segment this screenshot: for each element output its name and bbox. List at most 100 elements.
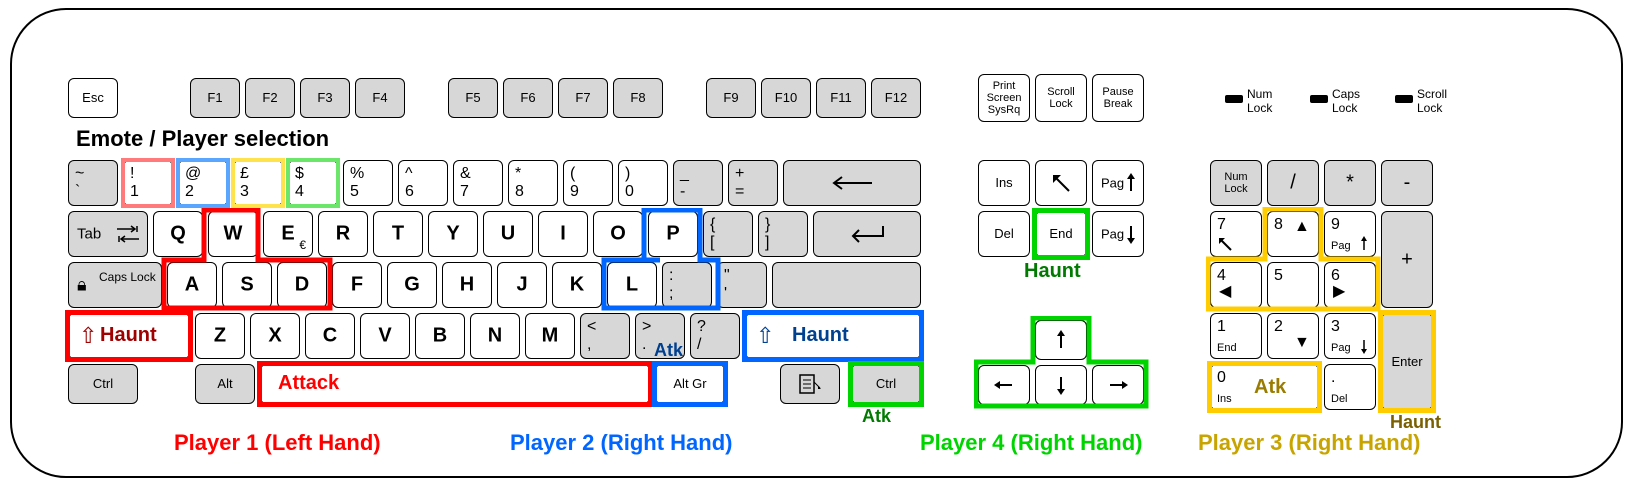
key-esc[interactable]: Esc xyxy=(68,78,118,118)
key-np3[interactable]: 3Pag xyxy=(1324,313,1376,359)
arrow-left-icon xyxy=(994,379,1014,391)
key-f1[interactable]: F1 xyxy=(190,78,240,118)
key-printscreen[interactable]: Print Screen SysRq xyxy=(978,74,1030,122)
key-0[interactable]: )0 xyxy=(618,160,668,206)
key-f10[interactable]: F10 xyxy=(761,78,811,118)
key-j[interactable]: J xyxy=(497,262,547,308)
key-n[interactable]: N xyxy=(470,313,520,359)
key-minus[interactable]: _- xyxy=(673,160,723,206)
key-lalt[interactable]: Alt xyxy=(195,364,255,404)
key-3[interactable]: £3 xyxy=(233,160,283,206)
key-1[interactable]: !1 xyxy=(123,160,173,206)
key-arrow-down[interactable] xyxy=(1035,365,1087,405)
key-arrow-left[interactable] xyxy=(978,365,1030,405)
key-y[interactable]: Y xyxy=(428,211,478,257)
key-b[interactable]: B xyxy=(415,313,465,359)
key-w[interactable]: W xyxy=(208,211,258,257)
key-bracket-right[interactable]: }] xyxy=(758,211,808,257)
key-slash[interactable]: ?/ xyxy=(690,313,740,359)
key-f11[interactable]: F11 xyxy=(816,78,866,118)
key-pagedown[interactable]: Pag xyxy=(1092,211,1144,257)
key-s[interactable]: S xyxy=(222,262,272,308)
key-pageup[interactable]: Pag xyxy=(1092,160,1144,206)
key-a[interactable]: A xyxy=(167,262,217,308)
key-pause[interactable]: Pause Break xyxy=(1092,74,1144,122)
scrolllock-label: Scroll Lock xyxy=(1417,87,1453,115)
key-v[interactable]: V xyxy=(360,313,410,359)
key-enter[interactable] xyxy=(813,211,921,257)
key-rctrl[interactable]: Ctrl xyxy=(851,364,921,404)
key-e[interactable]: E€ xyxy=(263,211,313,257)
key-o[interactable]: O xyxy=(593,211,643,257)
key-c[interactable]: C xyxy=(305,313,355,359)
key-2[interactable]: @2 xyxy=(178,160,228,206)
key-g[interactable]: G xyxy=(387,262,437,308)
key-quote[interactable]: "' xyxy=(717,262,767,308)
key-semicolon[interactable]: :; xyxy=(662,262,712,308)
key-np4[interactable]: 4 ◀ xyxy=(1210,262,1262,308)
key-np6[interactable]: 6 ▶ xyxy=(1324,262,1376,308)
key-insert[interactable]: Ins xyxy=(978,160,1030,206)
key-r[interactable]: R xyxy=(318,211,368,257)
key-f3[interactable]: F3 xyxy=(300,78,350,118)
key-f[interactable]: F xyxy=(332,262,382,308)
key-m[interactable]: M xyxy=(525,313,575,359)
key-np5[interactable]: 5 xyxy=(1267,262,1319,308)
key-np7[interactable]: 7 xyxy=(1210,211,1262,257)
key-x[interactable]: X xyxy=(250,313,300,359)
key-altgr[interactable]: Alt Gr xyxy=(655,364,725,404)
key-backspace[interactable] xyxy=(783,160,921,206)
key-u[interactable]: U xyxy=(483,211,533,257)
key-end[interactable]: End xyxy=(1035,211,1087,257)
key-np-enter[interactable]: Enter xyxy=(1381,313,1433,410)
key-i[interactable]: I xyxy=(538,211,588,257)
key-np-subtract[interactable]: - xyxy=(1381,160,1433,206)
key-scrolllock[interactable]: Scroll Lock xyxy=(1035,74,1087,122)
key-backtick[interactable]: ~` xyxy=(68,160,118,206)
key-bracket-left[interactable]: {[ xyxy=(703,211,753,257)
key-np-multiply[interactable]: * xyxy=(1324,160,1376,206)
key-enter-extension[interactable] xyxy=(772,262,921,308)
key-f9[interactable]: F9 xyxy=(706,78,756,118)
key-h[interactable]: H xyxy=(442,262,492,308)
key-arrow-right[interactable] xyxy=(1092,365,1144,405)
key-arrow-up[interactable] xyxy=(1035,320,1087,360)
key-np9[interactable]: 9Pag xyxy=(1324,211,1376,257)
key-f5[interactable]: F5 xyxy=(448,78,498,118)
key-menu[interactable] xyxy=(780,364,840,404)
key-f6[interactable]: F6 xyxy=(503,78,553,118)
key-capslock[interactable]: 🔒︎ Caps Lock xyxy=(68,262,162,308)
key-f8[interactable]: F8 xyxy=(613,78,663,118)
key-np-decimal[interactable]: .Del xyxy=(1324,364,1376,410)
key-np-add[interactable]: + xyxy=(1381,211,1433,308)
key-np8[interactable]: 8 ▲ xyxy=(1267,211,1319,257)
key-f12[interactable]: F12 xyxy=(871,78,921,118)
key-comma[interactable]: <, xyxy=(580,313,630,359)
key-np1[interactable]: 1End xyxy=(1210,313,1262,359)
key-p[interactable]: P xyxy=(648,211,698,257)
key-f7[interactable]: F7 xyxy=(558,78,608,118)
key-k[interactable]: K xyxy=(552,262,602,308)
key-7[interactable]: &7 xyxy=(453,160,503,206)
key-d[interactable]: D xyxy=(277,262,327,308)
key-t[interactable]: T xyxy=(373,211,423,257)
key-z[interactable]: Z xyxy=(195,313,245,359)
key-equals[interactable]: += xyxy=(728,160,778,206)
key-f2[interactable]: F2 xyxy=(245,78,295,118)
key-np-divide[interactable]: / xyxy=(1267,160,1319,206)
key-f4[interactable]: F4 xyxy=(355,78,405,118)
key-8[interactable]: *8 xyxy=(508,160,558,206)
key-9[interactable]: (9 xyxy=(563,160,613,206)
key-q[interactable]: Q xyxy=(153,211,203,257)
key-np2[interactable]: 2 ▼ xyxy=(1267,313,1319,359)
key-tab[interactable]: Tab xyxy=(68,211,148,257)
key-l[interactable]: L xyxy=(607,262,657,308)
key-5[interactable]: %5 xyxy=(343,160,393,206)
key-6[interactable]: ^6 xyxy=(398,160,448,206)
key-lctrl[interactable]: Ctrl xyxy=(68,364,138,404)
key-delete[interactable]: Del xyxy=(978,211,1030,257)
label-p4: Player 4 (Right Hand) xyxy=(920,430,1142,456)
key-home[interactable] xyxy=(1035,160,1087,206)
key-4[interactable]: $4 xyxy=(288,160,338,206)
key-numlock[interactable]: Num Lock xyxy=(1210,160,1262,206)
